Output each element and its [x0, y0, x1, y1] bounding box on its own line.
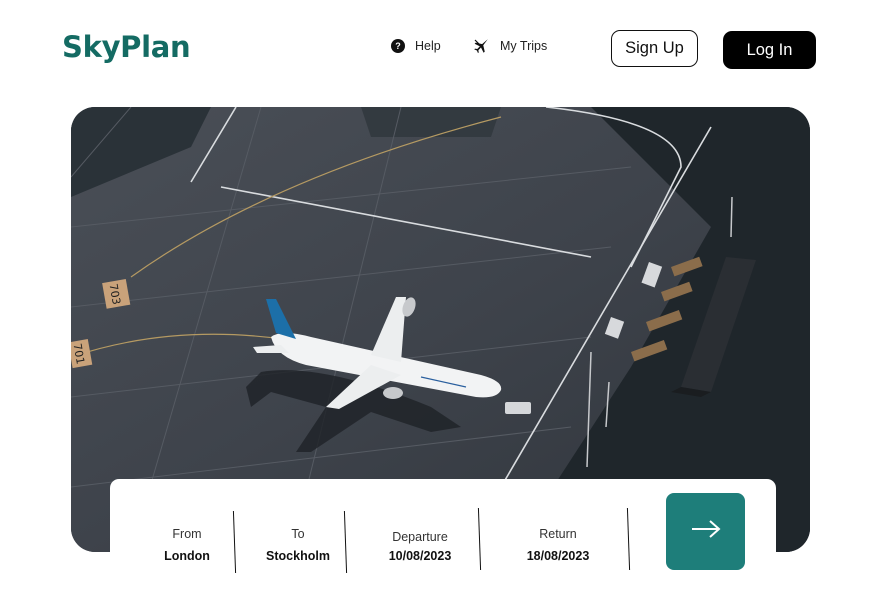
airplane-icon: [472, 37, 490, 55]
question-circle-icon: ?: [391, 39, 405, 53]
nav-my-trips-label: My Trips: [500, 39, 548, 53]
arrow-right-icon: [690, 519, 722, 544]
search-submit-button[interactable]: [666, 493, 745, 570]
field-divider: [477, 507, 482, 571]
departure-label: Departure: [392, 530, 448, 544]
logo[interactable]: SkyPlan: [62, 30, 191, 64]
field-divider: [343, 510, 348, 574]
field-divider: [626, 507, 631, 571]
to-value: Stockholm: [266, 549, 330, 563]
nav-help-label: Help: [415, 39, 441, 53]
nav-my-trips-link[interactable]: My Trips: [472, 37, 547, 55]
departure-value: 10/08/2023: [388, 549, 452, 563]
return-value: 18/08/2023: [526, 549, 590, 563]
flight-search-panel: From London To Stockholm Departure 10/08…: [110, 479, 776, 616]
log-in-button[interactable]: Log In: [723, 31, 816, 69]
nav-help-link[interactable]: ? Help: [391, 37, 441, 55]
to-field[interactable]: To Stockholm: [258, 527, 338, 563]
from-value: London: [164, 549, 210, 563]
sign-up-button[interactable]: Sign Up: [611, 30, 698, 67]
to-label: To: [291, 527, 305, 541]
from-label: From: [172, 527, 202, 541]
field-divider: [232, 510, 237, 574]
return-label: Return: [539, 527, 577, 541]
departure-field[interactable]: Departure 10/08/2023: [380, 530, 460, 563]
from-field[interactable]: From London: [152, 527, 222, 563]
return-field[interactable]: Return 18/08/2023: [515, 527, 601, 563]
